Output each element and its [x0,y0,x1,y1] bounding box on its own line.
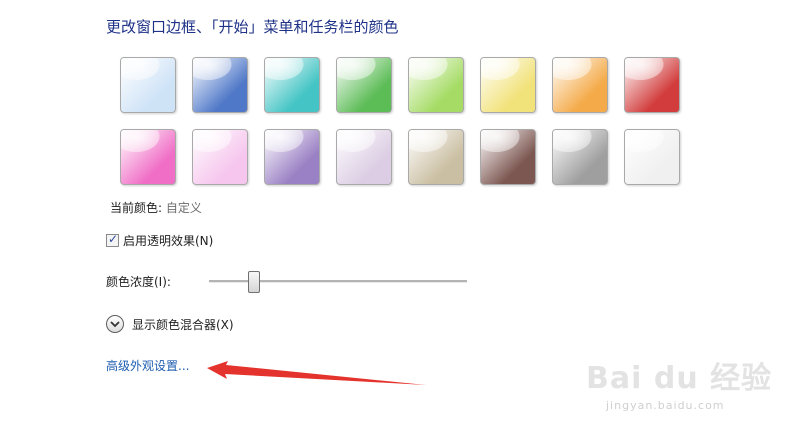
watermark-logo: Bai du 经验 [586,361,773,396]
watermark-url: jingyan.baidu.com [606,399,725,412]
